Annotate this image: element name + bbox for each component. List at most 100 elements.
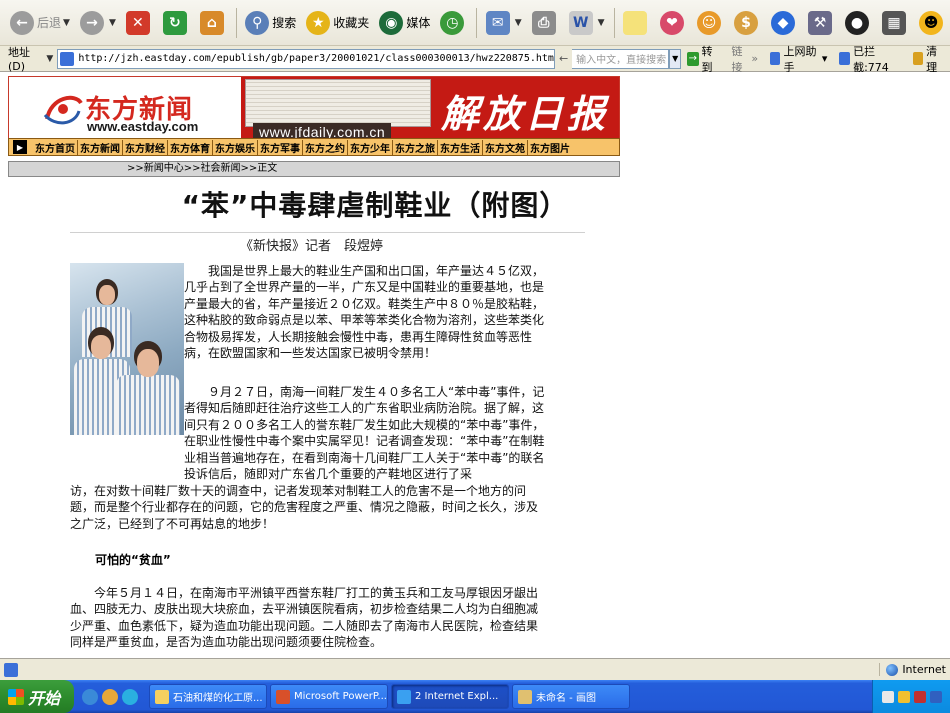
word-doc-icon: W <box>568 10 593 35</box>
article-paragraph: 访，在对数十间鞋厂数十天的调查中，记者发现苯对制鞋工人的危害不是一个地方的问题，… <box>70 484 539 531</box>
address-label: 地址(D) <box>8 46 30 73</box>
ie-toolbar: ← 后退 ▼ → ▼ ✕ ↻ ⌂ ⚲ 搜索 ★ 收藏夹 ◉ 媒体 ◷ ✉ ▼ ⎙ W ▼… <box>0 0 950 46</box>
film-button[interactable]: ▦ <box>878 4 913 42</box>
search-icon: ⚲ <box>245 10 270 35</box>
site-banner: 东方新闻 www.eastday.com www.jfdaily.com.cn … <box>8 76 620 144</box>
home-icon: ⌂ <box>199 10 224 35</box>
history-icon: ◷ <box>440 10 465 35</box>
taskbar-item-ie[interactable]: 2 Internet Expl... <box>391 684 509 709</box>
mail-icon: ✉ <box>485 10 510 35</box>
refresh-icon: ↻ <box>162 10 187 35</box>
back-search-arrow[interactable]: ← <box>555 52 572 65</box>
nav-item[interactable]: 东方生活 <box>438 139 483 155</box>
tools-icon: ⚒ <box>808 10 833 35</box>
search-button[interactable]: ⚲ 搜索 <box>241 4 300 42</box>
nav-item[interactable]: 东方图片 <box>528 140 572 155</box>
nav-item[interactable]: 东方文苑 <box>483 139 528 155</box>
forward-arrow-icon: → <box>79 10 104 35</box>
media-icon: ◉ <box>379 10 404 35</box>
helper-icon <box>770 52 781 65</box>
windows-logo-icon <box>8 688 24 705</box>
broom-icon <box>912 52 924 65</box>
media-quicklaunch-icon[interactable] <box>102 688 118 705</box>
print-button[interactable]: ⎙ <box>528 4 563 42</box>
article-title: “苯”中毒肆虐制鞋业（附图） <box>181 189 569 222</box>
tray-icon[interactable] <box>897 690 910 703</box>
eastday-swirl-icon <box>43 95 83 125</box>
tools-button[interactable]: ⚒ <box>804 4 839 42</box>
nav-item[interactable]: 东方之旅 <box>393 139 438 155</box>
article-photo <box>70 263 184 435</box>
qq-button[interactable]: ● <box>841 4 876 42</box>
nav-item[interactable]: 东方娱乐 <box>213 139 258 155</box>
printer-icon: ⎙ <box>531 10 556 35</box>
tray-icon[interactable] <box>929 690 942 703</box>
helper-button[interactable]: 上网助手 ▾ <box>764 43 833 75</box>
media-button[interactable]: ◉ 媒体 <box>375 4 434 42</box>
newspaper-image <box>245 79 431 127</box>
status-bar: Internet <box>0 658 950 680</box>
search-dropdown[interactable]: ▼ <box>669 48 682 69</box>
address-bar: 地址(D) ▼ http://jzh.eastday.com/epublish/… <box>0 43 950 75</box>
folder-icon <box>155 689 169 704</box>
back-button[interactable]: ← 后退 ▼ <box>6 4 74 42</box>
popup-blocked-button[interactable]: 已拦截:774 <box>833 43 906 75</box>
edit-button[interactable]: W ▼ <box>565 4 609 42</box>
shield-button[interactable]: ◆ <box>767 4 802 42</box>
go-button[interactable]: → 转到 <box>681 43 725 75</box>
address-url: http://jzh.eastday.com/epublish/gb/paper… <box>78 53 554 64</box>
home-button[interactable]: ⌂ <box>196 4 231 42</box>
eastday-logo[interactable]: 东方新闻 www.eastday.com <box>9 77 241 143</box>
stop-button[interactable]: ✕ <box>122 4 157 42</box>
emoticon-button[interactable]: ☺ <box>693 4 728 42</box>
mail-button[interactable]: ✉ ▼ <box>482 4 526 42</box>
start-button[interactable]: 开始 <box>0 680 74 713</box>
nav-item[interactable]: 东方之约 <box>303 139 348 155</box>
desktop-quicklaunch-icon[interactable] <box>122 688 138 705</box>
note-button[interactable] <box>619 4 654 42</box>
quick-launch <box>74 688 146 705</box>
nav-item[interactable]: 东方财经 <box>123 139 168 155</box>
happy-face-button[interactable]: ☻ <box>915 4 950 42</box>
refresh-button[interactable]: ↻ <box>159 4 194 42</box>
penguin-icon: ● <box>845 10 870 35</box>
clean-button[interactable]: 清理 <box>907 43 950 75</box>
money-bag-button[interactable]: $ <box>730 4 765 42</box>
history-button[interactable]: ◷ <box>436 4 471 42</box>
favorites-button[interactable]: ★ 收藏夹 <box>302 4 373 42</box>
page-loaded-icon <box>4 662 18 677</box>
forward-button[interactable]: → ▼ <box>76 4 120 42</box>
note-icon <box>623 10 648 35</box>
taskbar-item-powerpoint[interactable]: Microsoft PowerP... <box>270 684 388 709</box>
film-icon: ▦ <box>882 10 907 35</box>
nav-item[interactable]: 东方体育 <box>168 139 213 155</box>
taskbar-item-paint[interactable]: 未命名 - 画图 <box>512 684 630 709</box>
stop-icon: ✕ <box>125 10 150 35</box>
taskbar-item-folder[interactable]: 石油和煤的化工原... <box>149 684 267 709</box>
article-paragraph: ９月２７日，南海一间鞋厂发生４０多名工人“苯中毒”事件，记者得知后随即赶往治疗这… <box>184 385 545 482</box>
messenger-button[interactable]: ❤ <box>656 4 691 42</box>
jfdaily-banner[interactable]: www.jfdaily.com.cn 解放日报 <box>241 77 619 143</box>
block-icon <box>839 52 851 65</box>
search-input[interactable]: 输入中文，直接搜索 <box>572 48 670 69</box>
address-input[interactable]: http://jzh.eastday.com/epublish/gb/paper… <box>57 48 555 69</box>
nav-item[interactable]: 东方少年 <box>348 139 393 155</box>
tray-icon[interactable] <box>913 690 926 703</box>
happy-face-icon: ☻ <box>919 10 944 35</box>
paint-icon <box>518 689 532 704</box>
links-button[interactable]: 链接 » <box>725 43 764 75</box>
nav-item[interactable]: 东方首页 <box>33 139 78 155</box>
breadcrumb[interactable]: >>新闻中心>>社会新闻>>正文 <box>8 161 620 177</box>
go-arrow-icon: → <box>687 51 699 66</box>
security-zone: Internet <box>879 663 950 676</box>
windows-taskbar: 开始 石油和煤的化工原... Microsoft PowerP... 2 Int… <box>0 680 950 713</box>
eastday-logo-url: www.eastday.com <box>87 119 199 134</box>
nav-item[interactable]: 东方新闻 <box>78 139 123 155</box>
tray-icon[interactable] <box>881 690 894 703</box>
article-byline: 《新快报》记者 段煜婷 <box>240 239 384 254</box>
nav-item[interactable]: 东方军事 <box>258 139 303 155</box>
system-tray <box>872 680 950 713</box>
ie-quicklaunch-icon[interactable] <box>82 688 98 705</box>
jfdaily-title: 解放日报 <box>441 91 610 136</box>
article-subheading: 可怕的“贫血” <box>95 553 171 567</box>
